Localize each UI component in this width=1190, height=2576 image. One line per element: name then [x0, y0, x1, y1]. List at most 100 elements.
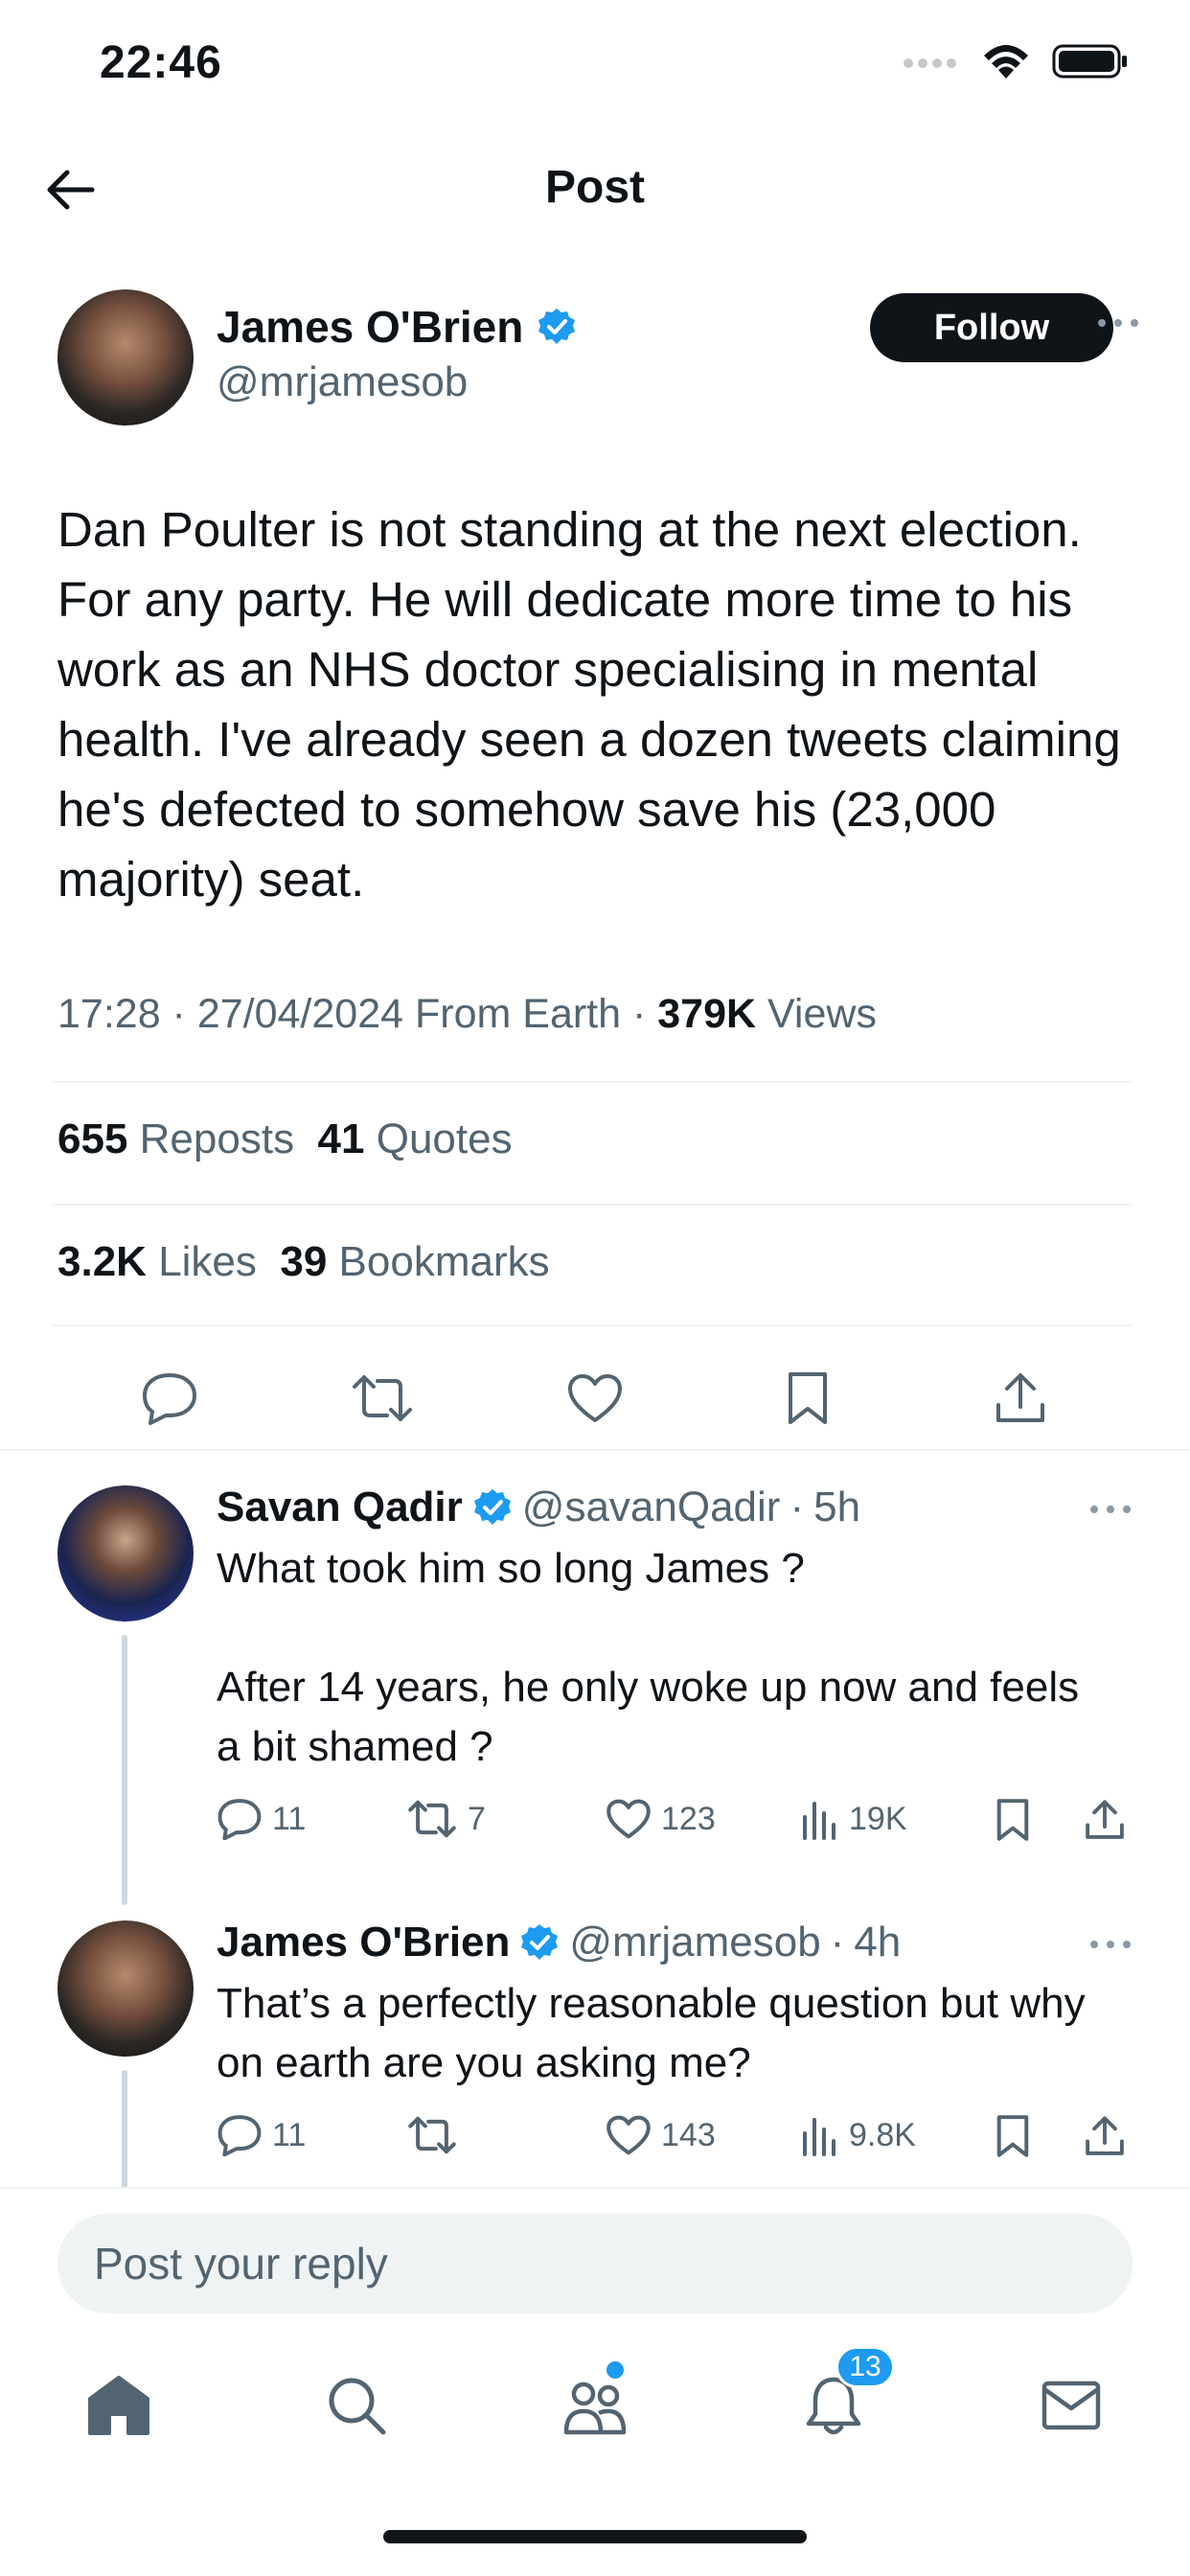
reply-author-handle[interactable]: @savanQadir [522, 1484, 781, 1531]
more-options-button[interactable] [1088, 1503, 1133, 1520]
more-options-button[interactable] [1096, 316, 1140, 334]
share-button[interactable] [987, 1365, 1054, 1432]
reply-repost-button[interactable]: 7 [406, 1798, 486, 1840]
reply-like-button[interactable]: 123 [606, 1798, 716, 1840]
reply-input[interactable]: Post your reply [57, 2214, 1133, 2313]
reply-icon [217, 2115, 262, 2156]
reply-reply-button[interactable]: 11 [217, 2114, 306, 2156]
reply-author-handle[interactable]: @mrjamesob [569, 1919, 820, 1966]
views-count: 379K [657, 991, 757, 1037]
divider [52, 1081, 1133, 1083]
tab-home[interactable] [80, 2367, 157, 2444]
verified-badge-icon [521, 1924, 559, 1960]
reply-button[interactable] [136, 1365, 203, 1432]
reply-share-button[interactable] [1085, 1798, 1125, 1842]
post-source: From Earth [415, 991, 622, 1037]
reply-icon [143, 1373, 196, 1425]
verified-badge-icon [473, 1489, 511, 1525]
reply-time: 5h [813, 1484, 861, 1530]
share-icon [1086, 1800, 1124, 1839]
like-count: 143 [661, 2116, 716, 2153]
reply-time: 4h [854, 1919, 902, 1966]
avatar[interactable] [57, 289, 194, 426]
repost-icon [408, 1800, 456, 1838]
avatar[interactable] [57, 1485, 194, 1622]
reply-icon [217, 1799, 262, 1840]
reply-views-button[interactable]: 19K [801, 1798, 907, 1840]
thread-line [122, 2070, 127, 2189]
search-icon [329, 2378, 386, 2435]
divider [52, 1324, 1133, 1326]
post-meta: 17:28 · 27/04/2024 From Earth · 379K Vie… [57, 991, 877, 1037]
reposts-stat[interactable]: 655 Reposts [57, 1116, 294, 1162]
notifications-badge: 13 [835, 2346, 895, 2388]
tab-communities[interactable] [557, 2361, 633, 2444]
likes-stat[interactable]: 3.2K Likes [57, 1238, 257, 1285]
reply-count: 11 [272, 2116, 307, 2153]
reply-author-name[interactable]: Savan Qadir [217, 1484, 463, 1531]
wifi-icon [984, 45, 1028, 79]
bookmark-icon [789, 1372, 827, 1424]
reply-item[interactable]: Savan Qadir @savanQadir · 5h What took h… [0, 1466, 1190, 1905]
page-title: Post [544, 162, 645, 213]
post-author: James O'Brien @mrjamesob Follow [57, 289, 1140, 433]
views-chart-icon [803, 2118, 835, 2156]
signal-icon [904, 58, 956, 68]
like-button[interactable] [561, 1365, 629, 1432]
likes-bookmarks-row: 3.2K Likes 39 Bookmarks [57, 1238, 550, 1286]
share-icon [996, 1373, 1044, 1422]
bookmark-icon [996, 1799, 1029, 1841]
reply-actions: 11 143 9.8K [217, 2114, 1136, 2172]
author-name-row[interactable]: James O'Brien [217, 301, 577, 353]
reply-text: What took him so long James ? After 14 y… [217, 1545, 1080, 1770]
communities-icon [563, 2381, 627, 2435]
reply-reply-button[interactable]: 11 [217, 1798, 306, 1840]
repost-button[interactable] [349, 1365, 416, 1432]
reply-bookmark-button[interactable] [995, 2114, 1031, 2158]
reply-item[interactable]: James O'Brien @mrjamesob · 4h That’s a p… [0, 1901, 1190, 2189]
tab-search[interactable] [318, 2367, 395, 2444]
bottom-tab-bar: 13 [0, 2338, 1190, 2472]
reply-actions: 11 7 123 19K [217, 1798, 1136, 1855]
quotes-stat[interactable]: 41 Quotes [318, 1116, 513, 1162]
reply-author-row: Savan Qadir @savanQadir · 5h [217, 1484, 861, 1531]
reply-author-name[interactable]: James O'Brien [217, 1919, 510, 1966]
reply-like-button[interactable]: 143 [606, 2114, 716, 2156]
view-count: 19K [849, 1800, 907, 1837]
reply-views-button[interactable]: 9.8K [801, 2114, 916, 2156]
author-handle[interactable]: @mrjamesob [217, 358, 468, 406]
divider [52, 1204, 1133, 1206]
reply-bookmark-button[interactable] [995, 1798, 1031, 1842]
bookmark-button[interactable] [774, 1365, 841, 1432]
verified-badge-icon [538, 309, 576, 344]
divider [0, 1449, 1190, 1451]
more-icon [1090, 1506, 1131, 1513]
heart-icon [568, 1374, 622, 1422]
new-activity-dot [606, 2361, 624, 2379]
repost-icon [353, 1375, 412, 1421]
post-time[interactable]: 17:28 [57, 991, 161, 1037]
follow-button[interactable]: Follow [870, 293, 1113, 362]
nav-header: Post [0, 142, 1190, 238]
share-icon [1086, 2116, 1124, 2155]
status-time: 22:46 [100, 37, 222, 88]
home-indicator[interactable] [383, 2530, 807, 2543]
post-date[interactable]: 27/04/2024 [197, 991, 403, 1037]
avatar[interactable] [57, 1920, 194, 2057]
tab-messages[interactable] [1033, 2367, 1110, 2444]
reposts-quotes-row: 655 Reposts 41 Quotes [57, 1116, 513, 1163]
more-options-button[interactable] [1088, 1938, 1133, 1955]
thread-line [122, 1635, 127, 1905]
post-action-bar [0, 1349, 1190, 1455]
bookmarks-stat[interactable]: 39 Bookmarks [280, 1238, 549, 1285]
like-count: 123 [661, 1800, 716, 1837]
reply-composer-bar: Post your reply [0, 2187, 1190, 2321]
reply-author-row: James O'Brien @mrjamesob · 4h [217, 1919, 902, 1966]
repost-icon [408, 2116, 456, 2154]
views-chart-icon [803, 1802, 835, 1840]
tab-notifications[interactable]: 13 [795, 2346, 895, 2444]
reply-repost-button[interactable] [406, 2114, 468, 2156]
bookmark-icon [996, 2115, 1029, 2157]
reply-share-button[interactable] [1085, 2114, 1125, 2158]
view-count: 9.8K [849, 2116, 916, 2153]
